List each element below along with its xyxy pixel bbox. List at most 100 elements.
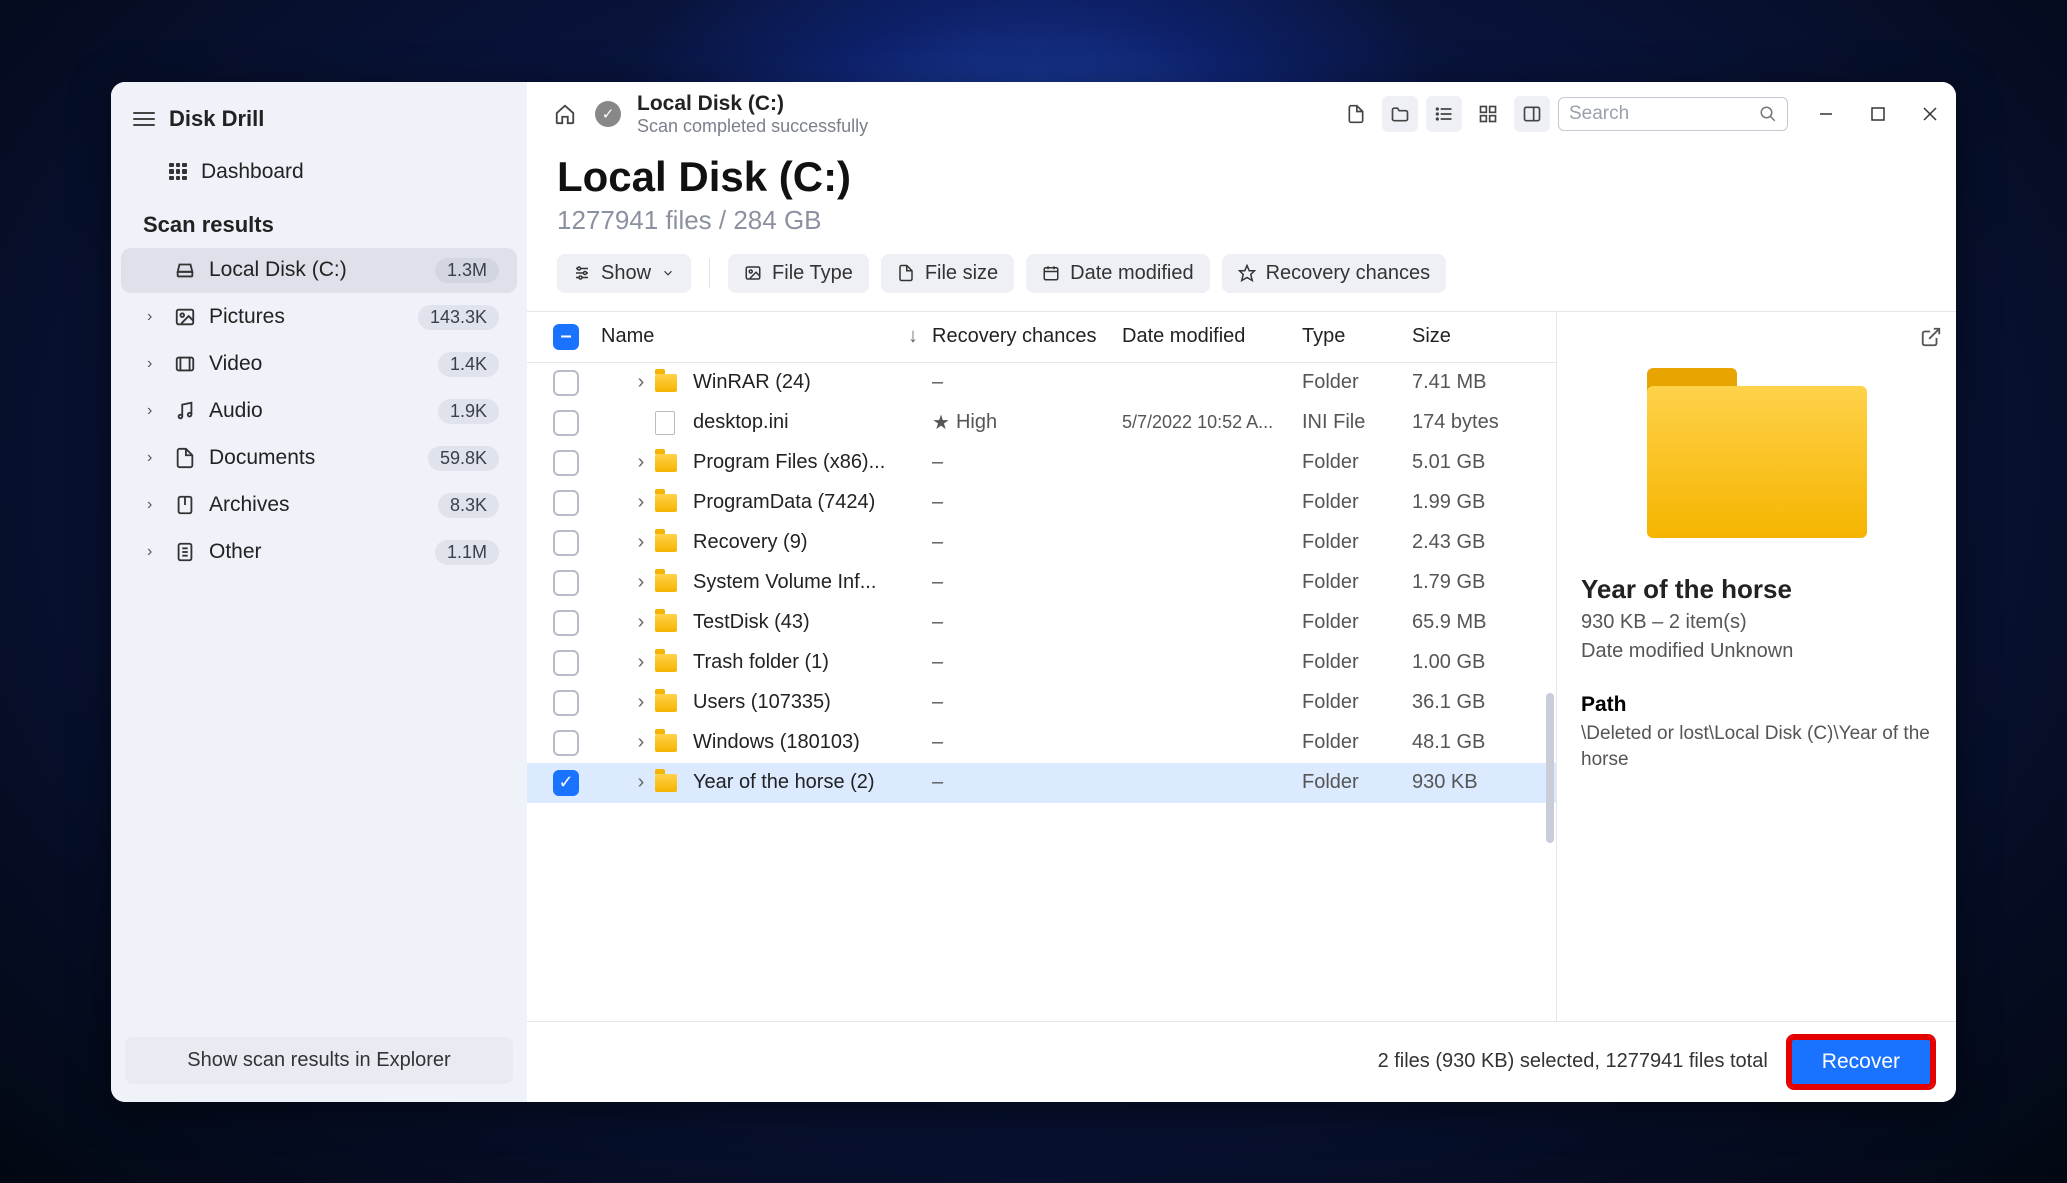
expand-chevron-icon[interactable]: › <box>627 691 655 714</box>
table-row[interactable]: ›Recovery (9)–Folder2.43 GB <box>527 523 1556 563</box>
details-path: \Deleted or lost\Local Disk (C)\Year of … <box>1581 721 1932 774</box>
grid-icon <box>169 163 187 181</box>
popout-button[interactable] <box>1920 326 1942 348</box>
file-size: 1.00 GB <box>1412 651 1542 674</box>
search-input[interactable]: Search <box>1558 97 1788 131</box>
row-checkbox[interactable] <box>553 370 579 396</box>
close-icon <box>1922 106 1938 122</box>
hamburger-icon[interactable] <box>133 112 155 126</box>
folder-preview-icon <box>1647 368 1867 538</box>
table-row[interactable]: ›Users (107335)–Folder36.1 GB <box>527 683 1556 723</box>
expand-chevron-icon[interactable]: › <box>627 651 655 674</box>
file-name: Trash folder (1) <box>685 651 932 674</box>
footer: 2 files (930 KB) selected, 1277941 files… <box>527 1021 1956 1102</box>
home-button[interactable] <box>547 96 583 132</box>
column-date[interactable]: Date modified <box>1122 325 1302 348</box>
chevron-right-icon: › <box>147 496 161 514</box>
row-checkbox[interactable] <box>553 650 579 676</box>
file-type-filter[interactable]: File Type <box>728 254 869 293</box>
file-name: Windows (180103) <box>685 731 932 754</box>
expand-chevron-icon[interactable]: › <box>627 771 655 794</box>
breadcrumb-subtitle: Scan completed successfully <box>637 116 868 137</box>
file-size: 48.1 GB <box>1412 731 1542 754</box>
file-name: TestDisk (43) <box>685 611 932 634</box>
row-checkbox[interactable] <box>553 690 579 716</box>
recovery-chance: – <box>932 451 1122 474</box>
expand-chevron-icon[interactable]: › <box>627 611 655 634</box>
file-size-filter[interactable]: File size <box>881 254 1014 293</box>
sidebar-item-audio[interactable]: ›Audio1.9K <box>121 389 517 434</box>
row-checkbox[interactable] <box>553 490 579 516</box>
sidebar-item-picture[interactable]: ›Pictures143.3K <box>121 295 517 340</box>
column-type[interactable]: Type <box>1302 325 1412 348</box>
folder-icon <box>655 574 677 592</box>
file-view-button[interactable] <box>1338 96 1374 132</box>
show-in-explorer-button[interactable]: Show scan results in Explorer <box>125 1037 513 1084</box>
picture-icon <box>173 306 197 328</box>
show-filter-button[interactable]: Show <box>557 254 691 293</box>
search-icon <box>1759 105 1777 123</box>
video-icon <box>173 353 197 375</box>
selection-summary: 2 files (930 KB) selected, 1277941 files… <box>1378 1050 1768 1073</box>
row-checkbox[interactable] <box>553 610 579 636</box>
file-type: Folder <box>1302 451 1412 474</box>
table-row[interactable]: ›System Volume Inf...–Folder1.79 GB <box>527 563 1556 603</box>
expand-chevron-icon[interactable]: › <box>627 571 655 594</box>
table-row[interactable]: desktop.ini★ High5/7/2022 10:52 A...INI … <box>527 403 1556 443</box>
file-name: System Volume Inf... <box>685 571 932 594</box>
row-checkbox[interactable] <box>553 410 579 436</box>
table-row[interactable]: ✓›Year of the horse (2)–Folder930 KB <box>527 763 1556 803</box>
folder-icon <box>655 374 677 392</box>
expand-chevron-icon[interactable]: › <box>627 731 655 754</box>
row-checkbox[interactable] <box>553 450 579 476</box>
table-row[interactable]: ›Windows (180103)–Folder48.1 GB <box>527 723 1556 763</box>
recovery-chance: – <box>932 611 1122 634</box>
row-checkbox[interactable]: ✓ <box>553 770 579 796</box>
table-row[interactable]: ›TestDisk (43)–Folder65.9 MB <box>527 603 1556 643</box>
sidebar-item-document[interactable]: ›Documents59.8K <box>121 436 517 481</box>
maximize-button[interactable] <box>1866 102 1890 126</box>
file-type: Folder <box>1302 571 1412 594</box>
page-title: Local Disk (C:) <box>557 153 1926 201</box>
recovery-chance: ★ High <box>932 410 1122 435</box>
expand-chevron-icon[interactable]: › <box>627 491 655 514</box>
expand-chevron-icon[interactable]: › <box>627 371 655 394</box>
table-row[interactable]: ›WinRAR (24)–Folder7.41 MB <box>527 363 1556 403</box>
minimize-button[interactable] <box>1814 102 1838 126</box>
sidebar-item-archive[interactable]: ›Archives8.3K <box>121 483 517 528</box>
page-subtitle: 1277941 files / 284 GB <box>557 205 1926 236</box>
recover-button[interactable]: Recover <box>1788 1036 1934 1088</box>
table-row[interactable]: ›Trash folder (1)–Folder1.00 GB <box>527 643 1556 683</box>
recovery-chance: – <box>932 531 1122 554</box>
table-body[interactable]: ›WinRAR (24)–Folder7.41 MBdesktop.ini★ H… <box>527 363 1556 1021</box>
file-type: Folder <box>1302 611 1412 634</box>
sidebar-item-label: Pictures <box>209 305 406 329</box>
folder-icon <box>655 454 677 472</box>
expand-chevron-icon[interactable]: › <box>627 451 655 474</box>
sidebar-item-video[interactable]: ›Video1.4K <box>121 342 517 387</box>
expand-chevron-icon[interactable]: › <box>627 531 655 554</box>
row-checkbox[interactable] <box>553 570 579 596</box>
date-modified-filter[interactable]: Date modified <box>1026 254 1209 293</box>
list-view-button[interactable] <box>1426 96 1462 132</box>
star-icon: ★ <box>932 410 950 435</box>
table-row[interactable]: ›ProgramData (7424)–Folder1.99 GB <box>527 483 1556 523</box>
column-name[interactable]: Name ↓ <box>591 325 932 348</box>
dashboard-nav[interactable]: Dashboard <box>111 142 527 198</box>
row-checkbox[interactable] <box>553 730 579 756</box>
column-recovery[interactable]: Recovery chances <box>932 325 1122 348</box>
sidebar-item-disk[interactable]: ›Local Disk (C:)1.3M <box>121 248 517 293</box>
folder-view-button[interactable] <box>1382 96 1418 132</box>
column-size[interactable]: Size <box>1412 325 1542 348</box>
row-checkbox[interactable] <box>553 530 579 556</box>
grid-view-button[interactable] <box>1470 96 1506 132</box>
close-button[interactable] <box>1918 102 1942 126</box>
recovery-chances-filter[interactable]: Recovery chances <box>1222 254 1447 293</box>
panel-toggle-button[interactable] <box>1514 96 1550 132</box>
select-all-checkbox[interactable]: – <box>553 324 579 350</box>
file-type: INI File <box>1302 411 1412 434</box>
chevron-right-icon: › <box>147 355 161 373</box>
scrollbar[interactable] <box>1546 693 1554 843</box>
table-row[interactable]: ›Program Files (x86)...–Folder5.01 GB <box>527 443 1556 483</box>
sidebar-item-other[interactable]: ›Other1.1M <box>121 530 517 575</box>
